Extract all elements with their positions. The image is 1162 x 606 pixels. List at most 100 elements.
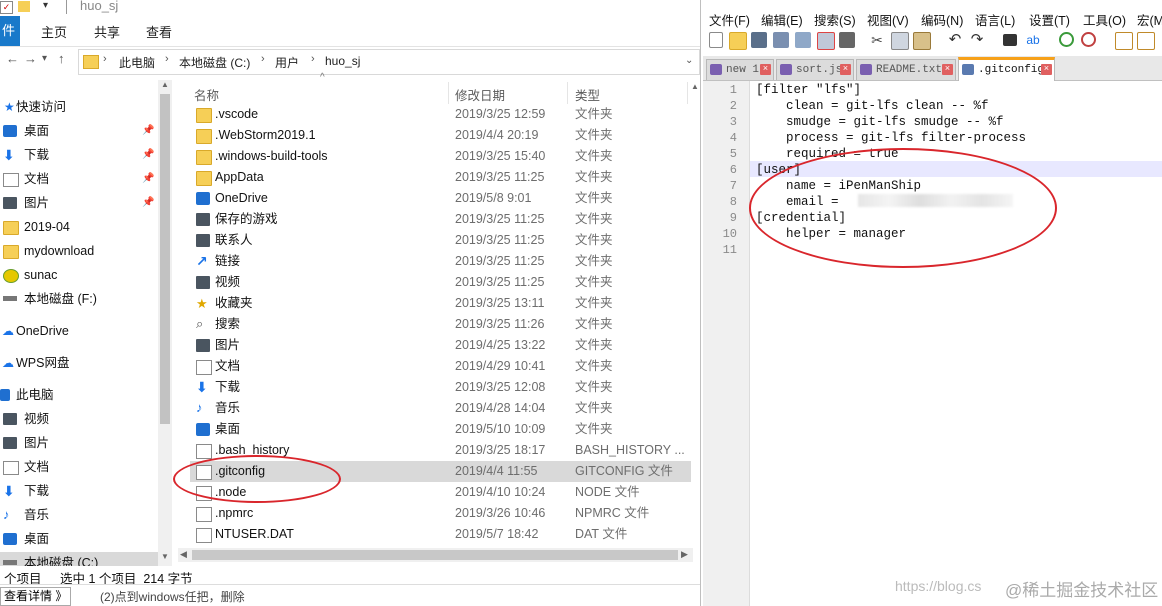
navigation-pane: ★ 快速访问 桌面 📌 ⬇ 下载 📌 文档 📌 图片 📌 2019-04 mydownloa… [0, 78, 172, 566]
menu-file[interactable]: 文件(F) [709, 10, 750, 29]
status-bar: 个项目 选中 1 个项目 214 字节 [0, 566, 700, 586]
file-row[interactable]: ↗ 链接 2019/3/25 11:25 文件夹 [190, 251, 693, 272]
scroll-right-icon[interactable]: ▶ [681, 549, 688, 560]
file-row[interactable]: AppData 2019/3/25 11:25 文件夹 [190, 167, 693, 188]
print-icon[interactable] [839, 32, 855, 48]
undo-icon[interactable]: ↶ [947, 32, 963, 48]
zoom-out-icon[interactable] [1081, 32, 1096, 47]
breadcrumb-this-pc[interactable]: 此电脑 [119, 54, 155, 71]
code-editor[interactable]: 1 2 3 4 5 6 7 8 9 10 11 [filter "lfs"] clean = git… [703, 81, 1162, 606]
find-icon[interactable] [1003, 34, 1017, 46]
cut-icon[interactable]: ✂ [869, 32, 885, 48]
horizontal-scrollbar[interactable]: ◀ ▶ [178, 548, 693, 562]
tab-new-1[interactable]: new 1 × [706, 59, 774, 80]
close-tab-icon[interactable]: × [760, 64, 771, 75]
scroll-left-icon[interactable]: ◀ [180, 549, 187, 560]
file-row[interactable]: OneDrive 2019/5/8 9:01 文件夹 [190, 188, 693, 209]
address-bar[interactable]: › 此电脑 › 本地磁盘 (C:) › 用户 › huo_sj ⌄ [78, 49, 700, 75]
save-icon[interactable] [751, 32, 767, 48]
file-row[interactable]: NTUSER.DAT 2019/5/7 18:42 DAT 文件 [190, 524, 693, 544]
file-list-scrollbar[interactable]: ▲ [691, 82, 700, 542]
sync-horizontal-icon[interactable] [1137, 32, 1155, 50]
file-row[interactable]: ⌕ 搜索 2019/3/25 11:26 文件夹 [190, 314, 693, 335]
file-row[interactable]: 图片 2019/4/25 13:22 文件夹 [190, 335, 693, 356]
file-row[interactable]: .windows-build-tools 2019/3/25 15:40 文件夹 [190, 146, 693, 167]
column-type[interactable]: 类型 [575, 85, 600, 104]
replace-icon[interactable]: ab [1025, 32, 1041, 48]
file-row[interactable]: 桌面 2019/5/10 10:09 文件夹 [190, 419, 693, 440]
file-row[interactable]: .npmrc 2019/3/26 10:46 NPMRC 文件 [190, 503, 693, 524]
paste-icon[interactable] [913, 32, 931, 50]
close-all-icon[interactable] [817, 32, 835, 50]
copy-icon[interactable] [891, 32, 909, 50]
column-name[interactable]: 名称 [194, 85, 219, 104]
file-row[interactable]: ★ 收藏夹 2019/3/25 13:11 文件夹 [190, 293, 693, 314]
recent-chevron-icon[interactable]: ▾ [42, 53, 47, 64]
file-row[interactable]: 视频 2019/3/25 11:25 文件夹 [190, 272, 693, 293]
zoom-in-icon[interactable] [1059, 32, 1074, 47]
file-row[interactable]: ♪ 音乐 2019/4/28 14:04 文件夹 [190, 398, 693, 419]
file-row[interactable]: .node 2019/4/10 10:24 NODE 文件 [190, 482, 693, 503]
close-tab-icon[interactable]: × [1041, 64, 1052, 75]
nav-scrollbar[interactable]: ▲ ▼ [158, 80, 172, 566]
forward-arrow-icon[interactable]: → [24, 51, 37, 66]
file-name: OneDrive [215, 191, 268, 205]
chevron-down-icon[interactable]: ▾ [40, 1, 51, 12]
close-icon[interactable] [795, 32, 811, 48]
scroll-down-icon[interactable]: ▼ [161, 552, 169, 561]
address-dropdown-icon[interactable]: ⌄ [685, 55, 693, 66]
scroll-up-icon[interactable]: ▲ [161, 80, 169, 89]
line-number: 3 [729, 115, 737, 129]
column-divider[interactable] [448, 82, 449, 104]
scroll-up-icon[interactable]: ▲ [691, 82, 699, 91]
file-row[interactable]: 保存的游戏 2019/3/25 11:25 文件夹 [190, 209, 693, 230]
breadcrumb-users[interactable]: 用户 [275, 54, 299, 71]
view-details-button[interactable]: 查看详情 》 [0, 587, 72, 606]
column-divider[interactable] [567, 82, 568, 104]
tab-view[interactable]: 查看 [146, 22, 172, 41]
file-row[interactable]: .vscode 2019/3/25 12:59 文件夹 [190, 104, 693, 125]
menu-encoding[interactable]: 编码(N) [921, 10, 963, 29]
up-arrow-icon[interactable]: ↑ [58, 51, 65, 66]
breadcrumb-huo-sj[interactable]: huo_sj [325, 54, 360, 68]
star-icon: ★ [196, 296, 208, 311]
file-row[interactable]: ⬇ 下载 2019/3/25 12:08 文件夹 [190, 377, 693, 398]
notepadpp-window: 文件(F) 编辑(E) 搜索(S) 视图(V) 编码(N) 语言(L) 设置(T… [703, 0, 1162, 606]
menu-settings[interactable]: 设置(T) [1029, 10, 1070, 29]
sync-vertical-icon[interactable] [1115, 32, 1133, 50]
properties-icon[interactable]: ✓ [0, 1, 13, 14]
new-file-icon[interactable] [709, 32, 723, 48]
tab-gitconfig[interactable]: .gitconfig × [958, 57, 1055, 83]
close-tab-icon[interactable]: × [942, 64, 953, 75]
nav-scroll-thumb[interactable] [160, 94, 170, 424]
tab-file[interactable]: 件 [0, 16, 20, 46]
file-row[interactable]: .bash_history 2019/3/25 18:17 BASH_HISTORY… [190, 440, 693, 461]
horizontal-scroll-thumb[interactable] [192, 550, 678, 560]
tab-readme[interactable]: README.txt × [856, 59, 956, 80]
column-divider[interactable] [687, 82, 688, 104]
tab-share[interactable]: 共享 [94, 22, 120, 41]
menu-tools[interactable]: 工具(O) [1083, 10, 1126, 29]
menu-macro[interactable]: 宏(M [1137, 10, 1162, 29]
file-name: 联系人 [215, 233, 253, 247]
breadcrumb-local-disk[interactable]: 本地磁盘 (C:) [179, 54, 250, 71]
menu-search[interactable]: 搜索(S) [814, 10, 856, 29]
nav-item-drive-c[interactable]: 本地磁盘 (C:) [0, 552, 158, 566]
redo-icon[interactable]: ↷ [969, 32, 985, 48]
new-folder-icon[interactable] [18, 1, 30, 12]
tab-home[interactable]: 主页 [41, 22, 67, 41]
computer-icon [0, 389, 10, 401]
menu-edit[interactable]: 编辑(E) [761, 10, 803, 29]
file-row[interactable]: .WebStorm2019.1 2019/4/4 20:19 文件夹 [190, 125, 693, 146]
save-all-icon[interactable] [773, 32, 789, 48]
close-tab-icon[interactable]: × [840, 64, 851, 75]
file-row[interactable]: 文档 2019/4/29 10:41 文件夹 [190, 356, 693, 377]
menu-view[interactable]: 视图(V) [867, 10, 909, 29]
column-date[interactable]: 修改日期 [455, 85, 505, 104]
menu-language[interactable]: 语言(L) [975, 10, 1015, 29]
open-file-icon[interactable] [729, 32, 747, 50]
tab-sort-js[interactable]: sort.js × [776, 59, 854, 80]
file-row[interactable]: 联系人 2019/3/25 11:25 文件夹 [190, 230, 693, 251]
file-row[interactable]: .gitconfig 2019/4/4 11:55 GITCONFIG 文件 [190, 461, 693, 482]
back-arrow-icon[interactable]: ← [6, 51, 19, 66]
